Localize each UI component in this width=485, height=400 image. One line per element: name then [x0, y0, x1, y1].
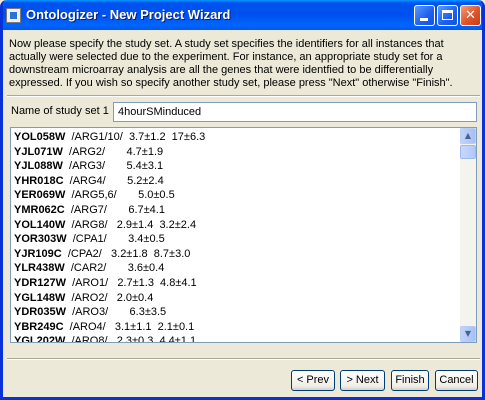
gene-id: YGL148W: [14, 291, 66, 304]
study-set-entry: YDR127W /ARO1/ 2.7±1.3 4.8±4.1: [14, 276, 459, 291]
study-set-entry: YGL202W /ARO8/ 2.3±0.3 4.4±1.1: [14, 334, 459, 343]
gene-id: YBR249C: [14, 320, 64, 333]
gene-info: /ARG4/ 5.2±2.4: [63, 174, 164, 187]
gene-id: YDR035W: [14, 306, 66, 319]
divider: [7, 358, 480, 360]
gene-id: YOL140W: [14, 218, 66, 231]
vertical-scrollbar[interactable]: ▲ ▼: [460, 128, 476, 342]
study-set-entries: YOL058W /ARG1/10/ 3.7±1.2 17±6.3 YJL071W …: [14, 130, 459, 343]
gene-info: /CPA1/ 3.4±0.5: [66, 233, 165, 246]
window-title: Ontologizer - New Project Wizard: [26, 7, 231, 22]
prev-button[interactable]: < Prev: [291, 370, 335, 391]
scroll-thumb[interactable]: [460, 145, 476, 159]
gene-id: YDR127W: [14, 276, 66, 289]
wizard-window: Ontologizer - New Project Wizard ✕ Now p…: [0, 0, 485, 400]
instructions-text: Now please specify the study set. A stud…: [9, 38, 453, 89]
minimize-icon: [420, 18, 428, 21]
study-set-entry: YOL058W /ARG1/10/ 3.7±1.2 17±6.3: [14, 130, 459, 145]
study-set-textarea[interactable]: YOL058W /ARG1/10/ 3.7±1.2 17±6.3 YJL071W …: [10, 127, 477, 343]
divider: [7, 95, 480, 97]
gene-id: YJL071W: [14, 145, 63, 158]
gene-id: YHR018C: [14, 174, 64, 187]
gene-info: /ARG8/ 2.9±1.4 3.2±2.4: [65, 218, 197, 231]
app-window-icon[interactable]: [6, 8, 21, 23]
title-bar[interactable]: Ontologizer - New Project Wizard ✕: [3, 0, 482, 30]
study-set-entry: YJR109C /CPA2/ 3.2±1.8 8.7±3.0: [14, 247, 459, 262]
gene-info: /ARG2/ 4.7±1.9: [62, 145, 164, 158]
gene-info: /ARO1/ 2.7±1.3 4.8±4.1: [65, 276, 197, 289]
study-set-name-label: Name of study set 1: [11, 105, 109, 117]
gene-info: /ARO8/ 2.3±0.3 4.4±1.1: [65, 335, 197, 343]
gene-info: /ARG1/10/ 3.7±1.2 17±6.3: [65, 131, 206, 143]
gene-info: /CPA2/ 3.2±1.8 8.7±3.0: [61, 247, 191, 260]
study-set-entry: YDR035W /ARO3/ 6.3±3.5: [14, 305, 459, 320]
maximize-icon: [442, 10, 453, 20]
minimize-button[interactable]: [414, 5, 435, 26]
gene-id: YLR438W: [14, 262, 65, 275]
scroll-down-button[interactable]: ▼: [460, 326, 476, 342]
study-set-name-input[interactable]: [113, 102, 477, 122]
gene-info: /ARG5,6/ 5.0±0.5: [65, 189, 175, 202]
study-set-entry: YOL140W /ARG8/ 2.9±1.4 3.2±2.4: [14, 218, 459, 233]
next-button[interactable]: > Next: [340, 370, 385, 391]
study-set-entry: YHR018C /ARG4/ 5.2±2.4: [14, 174, 459, 189]
gene-id: YJL088W: [14, 160, 63, 173]
cancel-button[interactable]: Cancel: [435, 370, 478, 391]
gene-id: YGL202W: [14, 335, 66, 343]
gene-info: /ARO3/ 6.3±3.5: [65, 306, 167, 319]
gene-id: YER069W: [14, 189, 66, 202]
arrow-down-icon: ▼: [464, 329, 472, 338]
gene-id: YOL058W: [14, 131, 66, 143]
gene-info: /ARG7/ 6.7±4.1: [64, 203, 165, 216]
study-set-entry: YER069W /ARG5,6/ 5.0±0.5: [14, 188, 459, 203]
study-set-entry: YOR303W /CPA1/ 3.4±0.5: [14, 232, 459, 247]
gene-id: YMR062C: [14, 203, 65, 216]
close-button[interactable]: ✕: [460, 5, 481, 26]
gene-info: /ARG3/ 5.4±3.1: [62, 160, 164, 173]
maximize-button[interactable]: [437, 5, 458, 26]
study-set-entry: YGL148W /ARO2/ 2.0±0.4: [14, 291, 459, 306]
arrow-up-icon: ▲: [464, 131, 472, 140]
study-set-entry: YJL088W /ARG3/ 5.4±3.1: [14, 159, 459, 174]
scroll-up-button[interactable]: ▲: [460, 128, 476, 144]
study-set-entry: YMR062C /ARG7/ 6.7±4.1: [14, 203, 459, 218]
gene-id: YOR303W: [14, 233, 67, 246]
study-set-entry: YLR438W /CAR2/ 3.6±0.4: [14, 261, 459, 276]
finish-button[interactable]: Finish: [391, 370, 429, 391]
gene-info: /CAR2/ 3.6±0.4: [64, 262, 165, 275]
gene-info: /ARO2/ 2.0±0.4: [65, 291, 154, 304]
gene-info: /ARO4/ 3.1±1.1 2.1±0.1: [63, 320, 195, 333]
gene-id: YJR109C: [14, 247, 62, 260]
study-set-entry: YJL071W /ARG2/ 4.7±1.9: [14, 145, 459, 160]
study-set-entry: YBR249C /ARO4/ 3.1±1.1 2.1±0.1: [14, 320, 459, 335]
close-icon: ✕: [465, 8, 476, 23]
